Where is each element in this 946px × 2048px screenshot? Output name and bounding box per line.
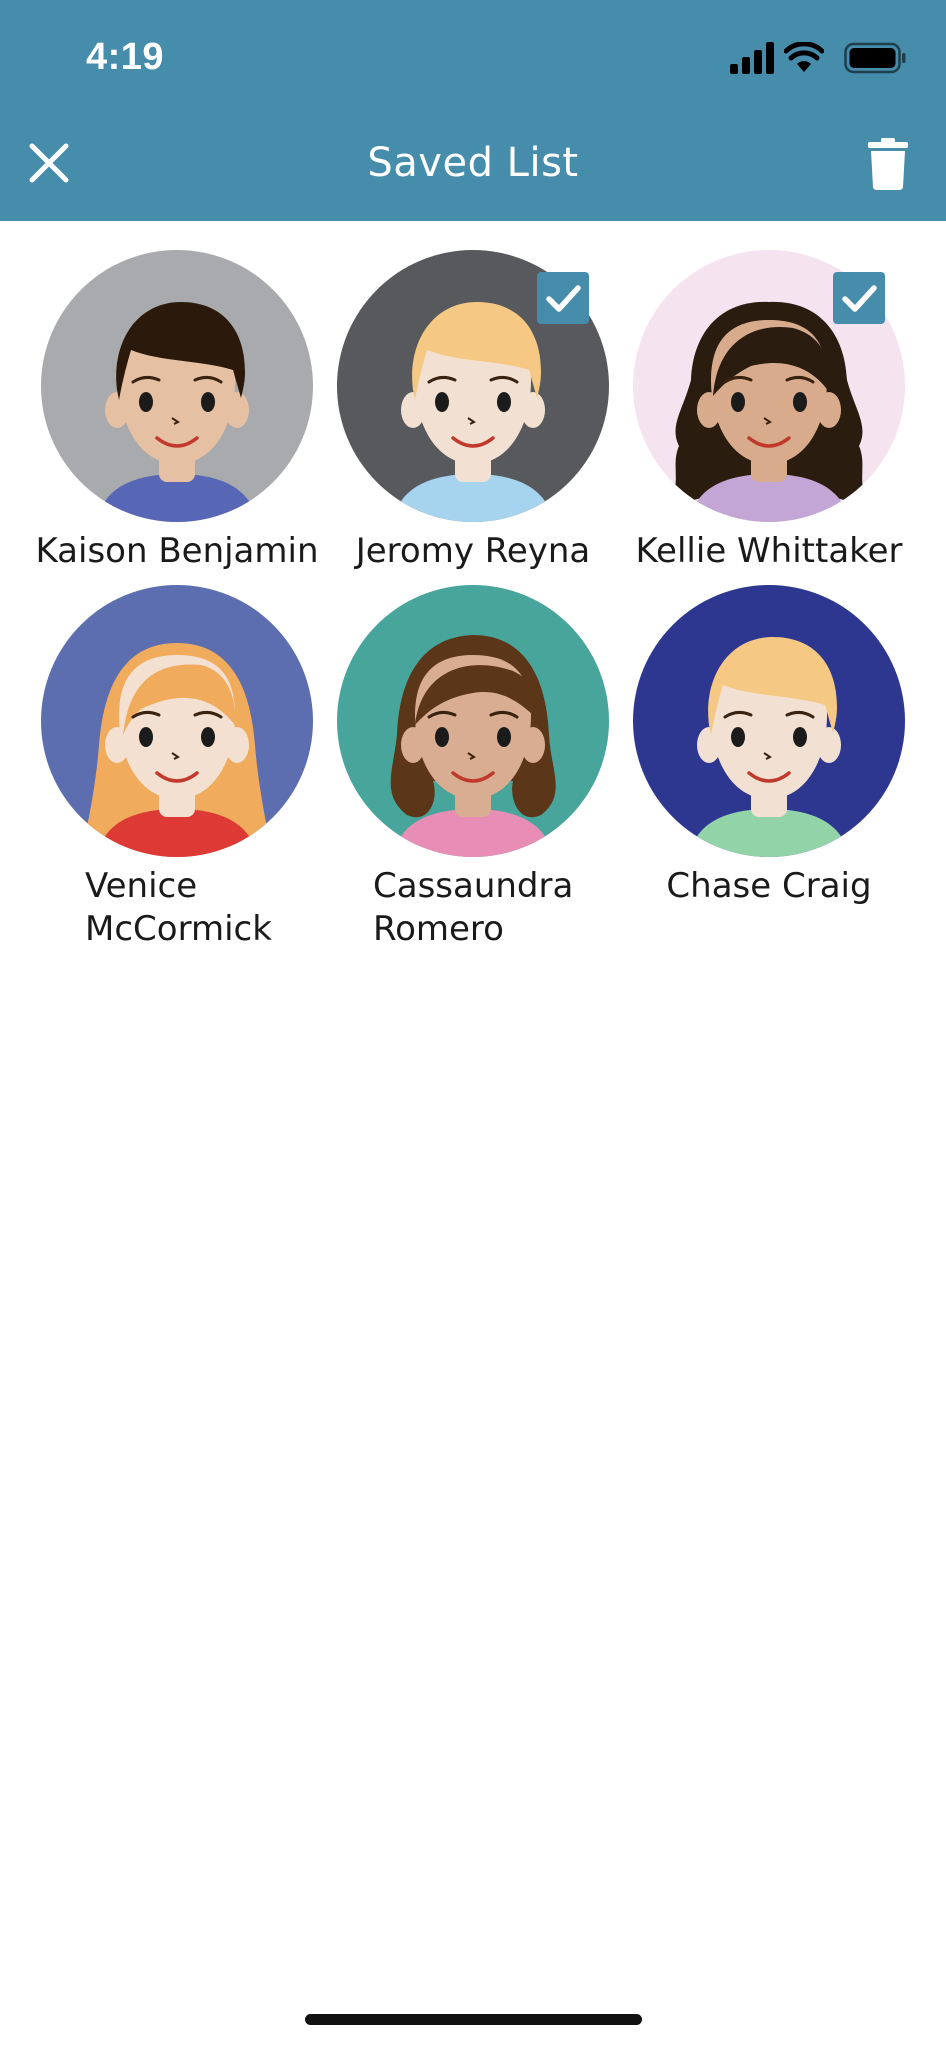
signal-icon: [730, 42, 774, 74]
person-name: Kaison Benjamin: [35, 531, 319, 571]
wifi-icon: [784, 42, 824, 72]
avatar[interactable]: [633, 585, 905, 857]
person-card[interactable]: Cassaundra Romero: [323, 585, 623, 951]
person-card[interactable]: Jeromy Reyna: [323, 250, 623, 573]
person-name: Jeromy Reyna: [355, 531, 591, 571]
avatar[interactable]: [337, 250, 609, 522]
person-card[interactable]: Kaison Benjamin: [27, 250, 327, 573]
person-name: Venice McCormick: [85, 866, 272, 949]
checkbox-checked[interactable]: [833, 272, 885, 324]
checkmark-icon: [842, 285, 877, 312]
header-bar: 4:19 Saved List: [0, 0, 946, 221]
checkbox-checked[interactable]: [537, 272, 589, 324]
person-name: Chase Craig: [666, 866, 872, 906]
avatar[interactable]: [337, 585, 609, 857]
avatar[interactable]: [633, 250, 905, 522]
person-card[interactable]: Kellie Whittaker: [619, 250, 919, 573]
page-title: Saved List: [367, 140, 579, 186]
delete-button[interactable]: [868, 138, 908, 190]
avatar[interactable]: [41, 585, 313, 857]
person-name: Kellie Whittaker: [635, 531, 903, 571]
person-card[interactable]: Venice McCormick: [27, 585, 327, 951]
person-card[interactable]: Chase Craig: [619, 585, 919, 908]
trash-icon: [868, 138, 908, 190]
home-indicator[interactable]: [305, 2014, 642, 2025]
checkmark-icon: [546, 285, 581, 312]
avatar[interactable]: [41, 250, 313, 522]
status-time: 4:19: [86, 36, 165, 78]
person-name: Cassaundra Romero: [373, 866, 574, 949]
battery-icon: [844, 42, 906, 74]
